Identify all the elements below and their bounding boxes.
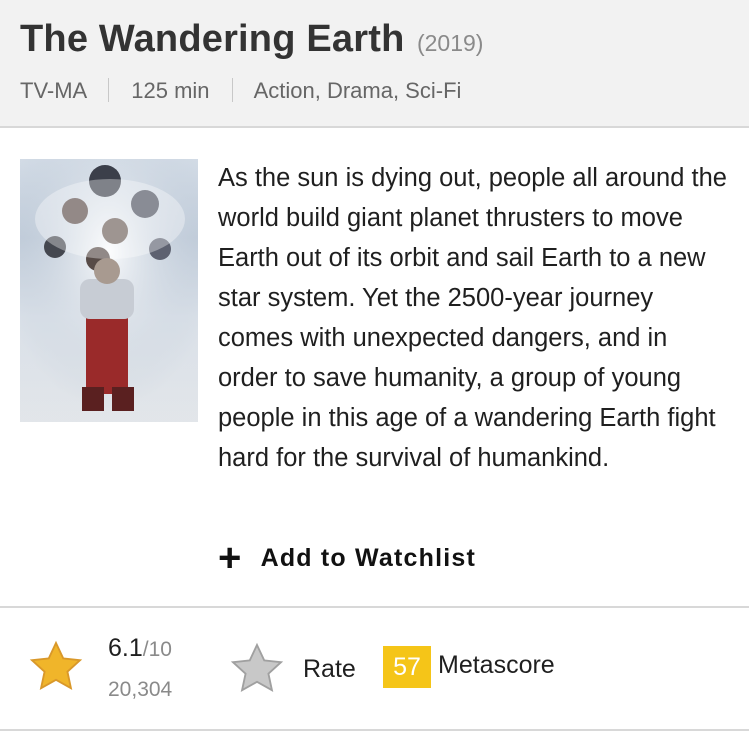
movie-title: The Wandering Earth bbox=[20, 18, 405, 60]
title-row: The Wandering Earth (2019) bbox=[20, 18, 483, 61]
add-to-watchlist-button[interactable]: + Add to Watchlist bbox=[218, 538, 476, 578]
movie-meta: TV-MA 125 min Action, Drama, Sci-Fi bbox=[20, 78, 461, 104]
release-year[interactable]: (2019) bbox=[417, 30, 483, 56]
section-divider bbox=[0, 606, 749, 608]
rating-max: /10 bbox=[142, 638, 172, 661]
star-filled-icon bbox=[28, 640, 84, 699]
rate-label: Rate bbox=[303, 654, 356, 683]
metascore-label[interactable]: Metascore bbox=[438, 651, 555, 680]
rate-button[interactable]: Rate bbox=[229, 642, 356, 696]
certificate: TV-MA bbox=[20, 78, 87, 103]
plot-summary: As the sun is dying out, people all arou… bbox=[218, 164, 727, 472]
metascore-badge[interactable]: 57 bbox=[383, 646, 431, 688]
rating-value: 6.1 bbox=[108, 634, 143, 662]
imdb-rating: 6.1/10 bbox=[108, 634, 172, 663]
meta-divider bbox=[108, 78, 110, 102]
vote-count: 20,304 bbox=[108, 678, 173, 701]
runtime: 125 min bbox=[131, 78, 210, 103]
poster-art bbox=[20, 159, 198, 422]
watchlist-label: Add to Watchlist bbox=[260, 543, 477, 572]
meta-divider bbox=[231, 78, 233, 102]
genres[interactable]: Action, Drama, Sci-Fi bbox=[254, 78, 462, 103]
poster-image[interactable] bbox=[20, 159, 198, 422]
title-header: The Wandering Earth (2019) TV-MA 125 min… bbox=[0, 0, 749, 128]
star-outline-icon bbox=[230, 642, 284, 693]
plus-icon: + bbox=[218, 536, 243, 580]
